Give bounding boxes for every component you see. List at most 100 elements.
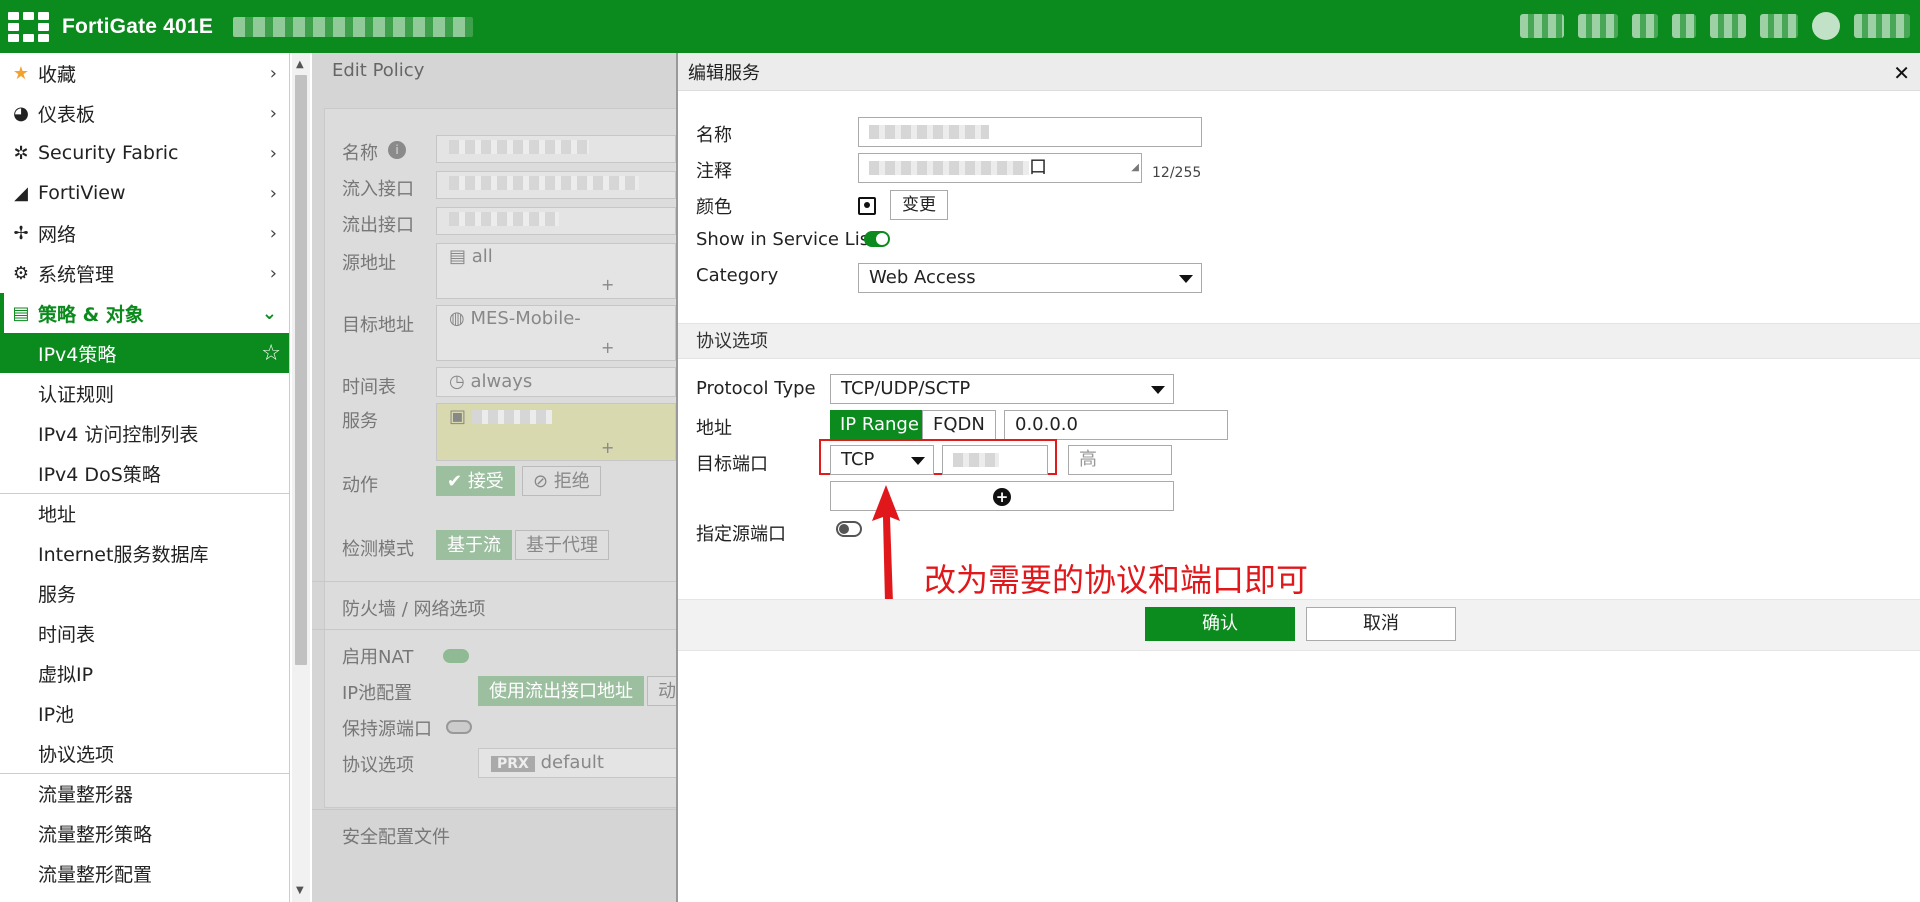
ip-range-input[interactable]: 0.0.0.0: [1004, 410, 1228, 440]
chevron-right-icon: ›: [269, 182, 277, 204]
deny-button[interactable]: ⊘ 拒绝: [522, 466, 601, 496]
sidebar-item-4[interactable]: ✢ 网络 ›: [0, 213, 289, 253]
info-icon[interactable]: i: [388, 141, 406, 159]
proxy-based-button[interactable]: 基于代理: [515, 530, 609, 560]
service-name-input[interactable]: [858, 117, 1202, 147]
sidebar-subitem-label: 服务: [38, 583, 77, 606]
specify-source-port-toggle[interactable]: [836, 521, 862, 537]
redacted-menu-5[interactable]: [1710, 14, 1746, 38]
sidebar-subitem-label: IPv4策略: [38, 343, 117, 366]
scroll-up-icon[interactable]: ▲: [296, 59, 304, 70]
category-select[interactable]: Web Access: [858, 263, 1202, 293]
sidebar-subitem-7[interactable]: 时间表: [0, 613, 289, 653]
port-high-input[interactable]: 高: [1068, 445, 1172, 475]
favorite-star-icon[interactable]: ☆: [261, 341, 281, 366]
sidebar-subitem-label: 认证规则: [38, 383, 115, 406]
policy-name-field[interactable]: [436, 135, 676, 163]
chevron-right-icon: ›: [269, 142, 277, 164]
chevron-down-icon: [1179, 275, 1193, 283]
redacted-username[interactable]: [1854, 14, 1910, 38]
dashboard-icon: ◕: [13, 102, 29, 124]
category-label: Category: [696, 265, 779, 286]
accept-label: 接受: [467, 471, 504, 492]
sidebar-item-label: 收藏: [38, 63, 77, 86]
plus-circle-icon[interactable]: +: [993, 488, 1011, 506]
scroll-thumb[interactable]: [295, 75, 307, 665]
protocol-type-select[interactable]: TCP/UDP/SCTP: [830, 374, 1174, 404]
sidebar-item-6[interactable]: ▤ 策略 & 对象 ⌄: [0, 293, 289, 333]
sidebar-subitem-8[interactable]: 虚拟IP: [0, 653, 289, 693]
ok-button[interactable]: 确认: [1145, 607, 1295, 641]
outgoing-interface-field[interactable]: [436, 207, 676, 235]
sidebar-subitem-0[interactable]: IPv4策略 ☆: [0, 333, 289, 373]
comment-char-counter: 12/255: [1152, 165, 1202, 181]
sidebar-subitem-13[interactable]: 流量整形配置: [0, 853, 289, 893]
source-address-field[interactable]: ▤ all: [436, 243, 676, 299]
protocol-options-field[interactable]: PRX default: [478, 748, 677, 778]
sidebar-subitem-5[interactable]: Internet服务数据库: [0, 533, 289, 573]
show-in-service-list-toggle[interactable]: [864, 231, 890, 247]
star-icon: ★: [12, 62, 30, 84]
accept-button[interactable]: ✔ 接受: [436, 466, 515, 496]
change-color-button[interactable]: 变更: [890, 190, 948, 220]
sidebar-subitem-label: 流量整形配置: [38, 863, 153, 886]
sidebar-subitem-1[interactable]: 认证规则: [0, 373, 289, 413]
show-in-service-list-label: Show in Service List: [696, 229, 877, 250]
redacted-menu-4[interactable]: [1672, 14, 1696, 38]
service-field[interactable]: ▣: [436, 403, 676, 461]
policy-name-label: 名称: [342, 143, 378, 164]
dynamic-pool-button[interactable]: 动: [647, 676, 677, 706]
sidebar-subitem-label: Internet服务数据库: [38, 543, 209, 566]
redacted-menu-1[interactable]: [1520, 14, 1564, 38]
port-low-input[interactable]: [942, 445, 1048, 475]
protocol-options-label: 协议选项: [342, 755, 414, 776]
sidebar-subitem-4[interactable]: 地址: [0, 493, 289, 533]
port-protocol-select[interactable]: TCP: [830, 445, 934, 475]
redacted-menu-2[interactable]: [1578, 14, 1618, 38]
annotation-text: 改为需要的协议和端口即可: [924, 561, 1309, 599]
preserve-source-port-toggle[interactable]: [446, 720, 472, 734]
service-add-icon[interactable]: +: [601, 438, 614, 457]
gear-icon: ⚙: [12, 262, 30, 284]
comment-textarea[interactable]: 口 ◢: [858, 153, 1142, 183]
close-icon[interactable]: ✕: [1893, 61, 1910, 85]
sidebar-subitem-label: IP池: [38, 703, 75, 726]
sidebar-item-label: 策略 & 对象: [38, 303, 144, 326]
sidebar-item-2[interactable]: ✲ Security Fabric ›: [0, 133, 289, 173]
sidebar-subitem-10[interactable]: 协议选项: [0, 733, 289, 773]
sidebar-subitem-12[interactable]: 流量整形策略: [0, 813, 289, 853]
sidebar-subitem-3[interactable]: IPv4 DoS策略: [0, 453, 289, 493]
ip-range-button[interactable]: IP Range: [830, 410, 929, 440]
incoming-interface-field[interactable]: [436, 171, 676, 199]
sidebar-subitem-6[interactable]: 服务: [0, 573, 289, 613]
redacted-menu-6[interactable]: [1760, 14, 1798, 38]
sidebar-scrollbar[interactable]: ▲ ▼: [292, 53, 310, 902]
redacted-menu-3[interactable]: [1632, 14, 1658, 38]
resize-grip-icon[interactable]: ◢: [1131, 154, 1139, 182]
avatar[interactable]: [1812, 12, 1840, 40]
section-divider: [312, 809, 677, 810]
schedule-field[interactable]: ◷ always: [436, 367, 676, 397]
sidebar-subitem-2[interactable]: IPv4 访问控制列表: [0, 413, 289, 453]
scroll-down-icon[interactable]: ▼: [296, 885, 304, 896]
security-profiles-label: 安全配置文件: [342, 827, 450, 848]
destination-add-icon[interactable]: +: [601, 338, 614, 357]
section-divider: [312, 581, 677, 582]
sidebar-item-1[interactable]: ◕ 仪表板 ›: [0, 93, 289, 133]
top-bar-actions: [1520, 12, 1910, 40]
source-add-icon[interactable]: +: [601, 275, 614, 294]
service-name-label: 名称: [696, 125, 732, 146]
use-outgoing-interface-button[interactable]: 使用流出接口地址: [478, 676, 644, 706]
sidebar-item-0[interactable]: ★ 收藏 ›: [0, 53, 289, 93]
sidebar-item-5[interactable]: ⚙ 系统管理 ›: [0, 253, 289, 293]
sidebar-subitem-9[interactable]: IP池: [0, 693, 289, 733]
protocol-type-value: TCP/UDP/SCTP: [841, 378, 971, 399]
cancel-button[interactable]: 取消: [1306, 607, 1456, 641]
destination-address-field[interactable]: ◍ MES-Mobile-: [436, 305, 676, 361]
flow-based-button[interactable]: 基于流: [436, 530, 512, 560]
fqdn-button[interactable]: FQDN: [922, 410, 996, 440]
sidebar-item-3[interactable]: ◢ FortiView ›: [0, 173, 289, 213]
sidebar-subitem-11[interactable]: 流量整形器: [0, 773, 289, 813]
nat-toggle[interactable]: [443, 649, 469, 663]
top-bar: FortiGate 401E: [0, 0, 1920, 53]
